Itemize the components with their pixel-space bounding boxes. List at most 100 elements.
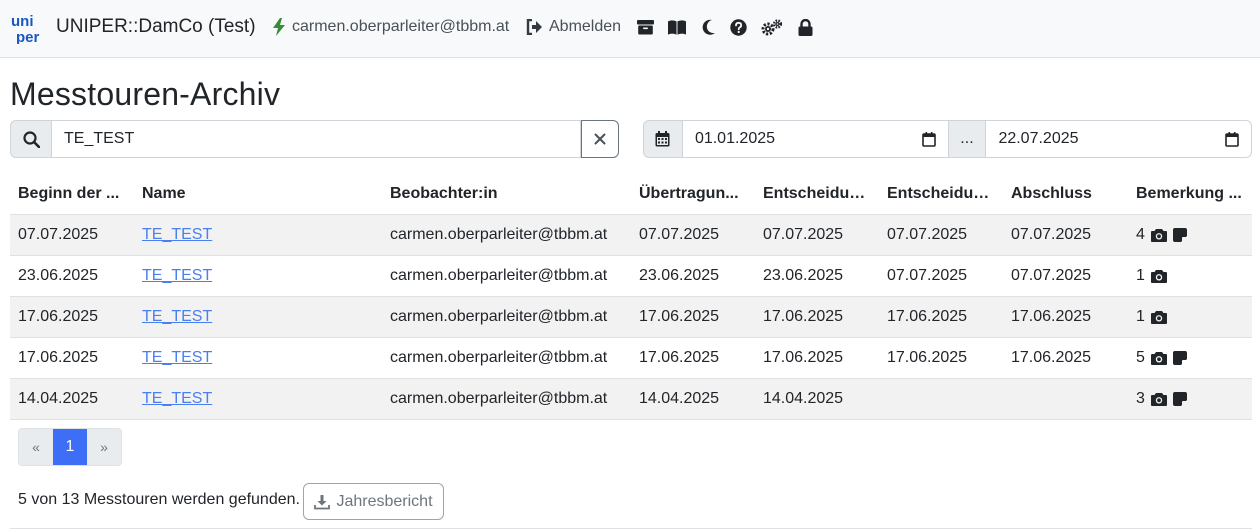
- camera-icon: [1150, 351, 1167, 365]
- logout-label: Abmelden: [549, 18, 622, 35]
- date-picker-icon[interactable]: [921, 131, 936, 147]
- cell-decision-1: 17.06.2025: [755, 296, 879, 338]
- date-picker-icon[interactable]: [1225, 131, 1239, 147]
- cell-closing: [1003, 378, 1128, 420]
- cell-start: 17.06.2025: [10, 296, 134, 338]
- cogs-icon[interactable]: [761, 18, 783, 36]
- pagination: « 1 »: [18, 428, 122, 466]
- moon-icon[interactable]: [700, 18, 718, 36]
- camera-icon: [1150, 392, 1167, 406]
- page-title: Messtouren-Archiv: [10, 76, 281, 112]
- date-from-value: 01.01.2025: [694, 130, 776, 147]
- column-header-remark[interactable]: Bemerkung ...: [1128, 174, 1252, 215]
- navbar: uni per UNIPER::DamCo (Test) carmen.ober…: [0, 0, 1260, 58]
- table-row: 17.06.2025 TE_TEST carmen.oberparleiter@…: [10, 296, 1252, 338]
- cell-observer: carmen.oberparleiter@tbbm.at: [382, 378, 631, 420]
- cell-start: 14.04.2025: [10, 378, 134, 420]
- lock-icon[interactable]: [796, 18, 814, 36]
- cell-transfer: 17.06.2025: [631, 296, 755, 338]
- cell-transfer: 17.06.2025: [631, 337, 755, 379]
- camera-icon: [1150, 269, 1167, 283]
- tour-name-link[interactable]: TE_TEST: [142, 267, 212, 284]
- cell-decision-2: [879, 378, 1003, 420]
- column-header-start[interactable]: Beginn der ...: [10, 174, 134, 215]
- pagination-prev[interactable]: «: [19, 429, 53, 465]
- svg-text:per: per: [16, 29, 40, 44]
- cell-closing: 07.07.2025: [1003, 255, 1128, 297]
- cell-closing: 17.06.2025: [1003, 296, 1128, 338]
- cell-remark: 4: [1128, 214, 1252, 256]
- date-to-input[interactable]: 22.07.2025: [986, 120, 1252, 158]
- remark-count: 4: [1136, 225, 1145, 243]
- remark-count: 3: [1136, 389, 1145, 407]
- table-header-row: Beginn der ... Name Beobachter:in Übertr…: [10, 174, 1252, 215]
- table-row: 14.04.2025 TE_TEST carmen.oberparleiter@…: [10, 378, 1252, 420]
- cell-decision-2: 17.06.2025: [879, 337, 1003, 379]
- cell-start: 07.07.2025: [10, 214, 134, 256]
- tour-name-link[interactable]: TE_TEST: [142, 349, 212, 366]
- bolt-icon: [273, 18, 285, 36]
- close-icon: [594, 133, 606, 145]
- cell-observer: carmen.oberparleiter@tbbm.at: [382, 296, 631, 338]
- cell-decision-1: 17.06.2025: [755, 337, 879, 379]
- date-to-value: 22.07.2025: [998, 130, 1079, 147]
- annual-report-label: Jahresbericht: [336, 492, 433, 510]
- search-icon: [10, 120, 52, 158]
- tours-table: Beginn der ... Name Beobachter:in Übertr…: [10, 174, 1252, 420]
- table-row: 23.06.2025 TE_TEST carmen.oberparleiter@…: [10, 255, 1252, 297]
- pagination-next[interactable]: »: [87, 429, 121, 465]
- divider: [10, 528, 1252, 529]
- column-header-decision-2[interactable]: Entscheidun...: [879, 174, 1003, 215]
- app-title[interactable]: UNIPER::DamCo (Test): [56, 16, 256, 38]
- note-icon: [1172, 350, 1187, 365]
- result-count-text: 5 von 13 Messtouren werden gefunden.: [18, 491, 300, 508]
- date-from-input[interactable]: 01.01.2025: [682, 120, 949, 158]
- calendar-icon: [643, 120, 683, 158]
- date-range-filter: 01.01.2025 ... 22.07.2025: [643, 120, 1252, 158]
- question-icon[interactable]: [729, 18, 747, 36]
- logout-link[interactable]: Abmelden: [526, 18, 621, 36]
- search-input[interactable]: [52, 120, 581, 158]
- user-email: carmen.oberparleiter@tbbm.at: [292, 18, 510, 35]
- cell-start: 17.06.2025: [10, 337, 134, 379]
- column-header-decision-1[interactable]: Entscheidun...: [755, 174, 879, 215]
- remark-count: 1: [1136, 266, 1145, 284]
- cell-remark: 1: [1128, 296, 1252, 338]
- uniper-logo[interactable]: uni per: [10, 12, 48, 44]
- tour-name-link[interactable]: TE_TEST: [142, 390, 212, 407]
- date-range-separator: ...: [948, 120, 987, 158]
- column-header-name[interactable]: Name: [134, 174, 382, 215]
- note-icon: [1172, 227, 1187, 242]
- cell-decision-1: 23.06.2025: [755, 255, 879, 297]
- user-menu[interactable]: carmen.oberparleiter@tbbm.at: [272, 18, 509, 36]
- table-row: 07.07.2025 TE_TEST carmen.oberparleiter@…: [10, 214, 1252, 256]
- pagination-page-1[interactable]: 1: [53, 429, 87, 465]
- annual-report-button[interactable]: Jahresbericht: [303, 483, 444, 520]
- cell-closing: 17.06.2025: [1003, 337, 1128, 379]
- note-icon: [1172, 391, 1187, 406]
- download-icon: [314, 494, 331, 509]
- table-row: 17.06.2025 TE_TEST carmen.oberparleiter@…: [10, 337, 1252, 379]
- cell-observer: carmen.oberparleiter@tbbm.at: [382, 214, 631, 256]
- cell-decision-2: 07.07.2025: [879, 214, 1003, 256]
- cell-transfer: 14.04.2025: [631, 378, 755, 420]
- cell-closing: 07.07.2025: [1003, 214, 1128, 256]
- sign-out-icon: [526, 19, 542, 35]
- clear-search-button[interactable]: [581, 120, 619, 158]
- book-icon[interactable]: [668, 18, 686, 36]
- column-header-observer[interactable]: Beobachter:in: [382, 174, 631, 215]
- camera-icon: [1150, 228, 1167, 242]
- tour-name-link[interactable]: TE_TEST: [142, 308, 212, 325]
- cell-remark: 1: [1128, 255, 1252, 297]
- archive-icon[interactable]: [636, 18, 654, 36]
- column-header-closing[interactable]: Abschluss: [1003, 174, 1128, 215]
- cell-decision-2: 17.06.2025: [879, 296, 1003, 338]
- cell-decision-1: 07.07.2025: [755, 214, 879, 256]
- cell-decision-2: 07.07.2025: [879, 255, 1003, 297]
- cell-decision-1: 14.04.2025: [755, 378, 879, 420]
- tour-name-link[interactable]: TE_TEST: [142, 226, 212, 243]
- cell-transfer: 07.07.2025: [631, 214, 755, 256]
- column-header-transfer[interactable]: Übertragun...: [631, 174, 755, 215]
- cell-remark: 5: [1128, 337, 1252, 379]
- camera-icon: [1150, 310, 1167, 324]
